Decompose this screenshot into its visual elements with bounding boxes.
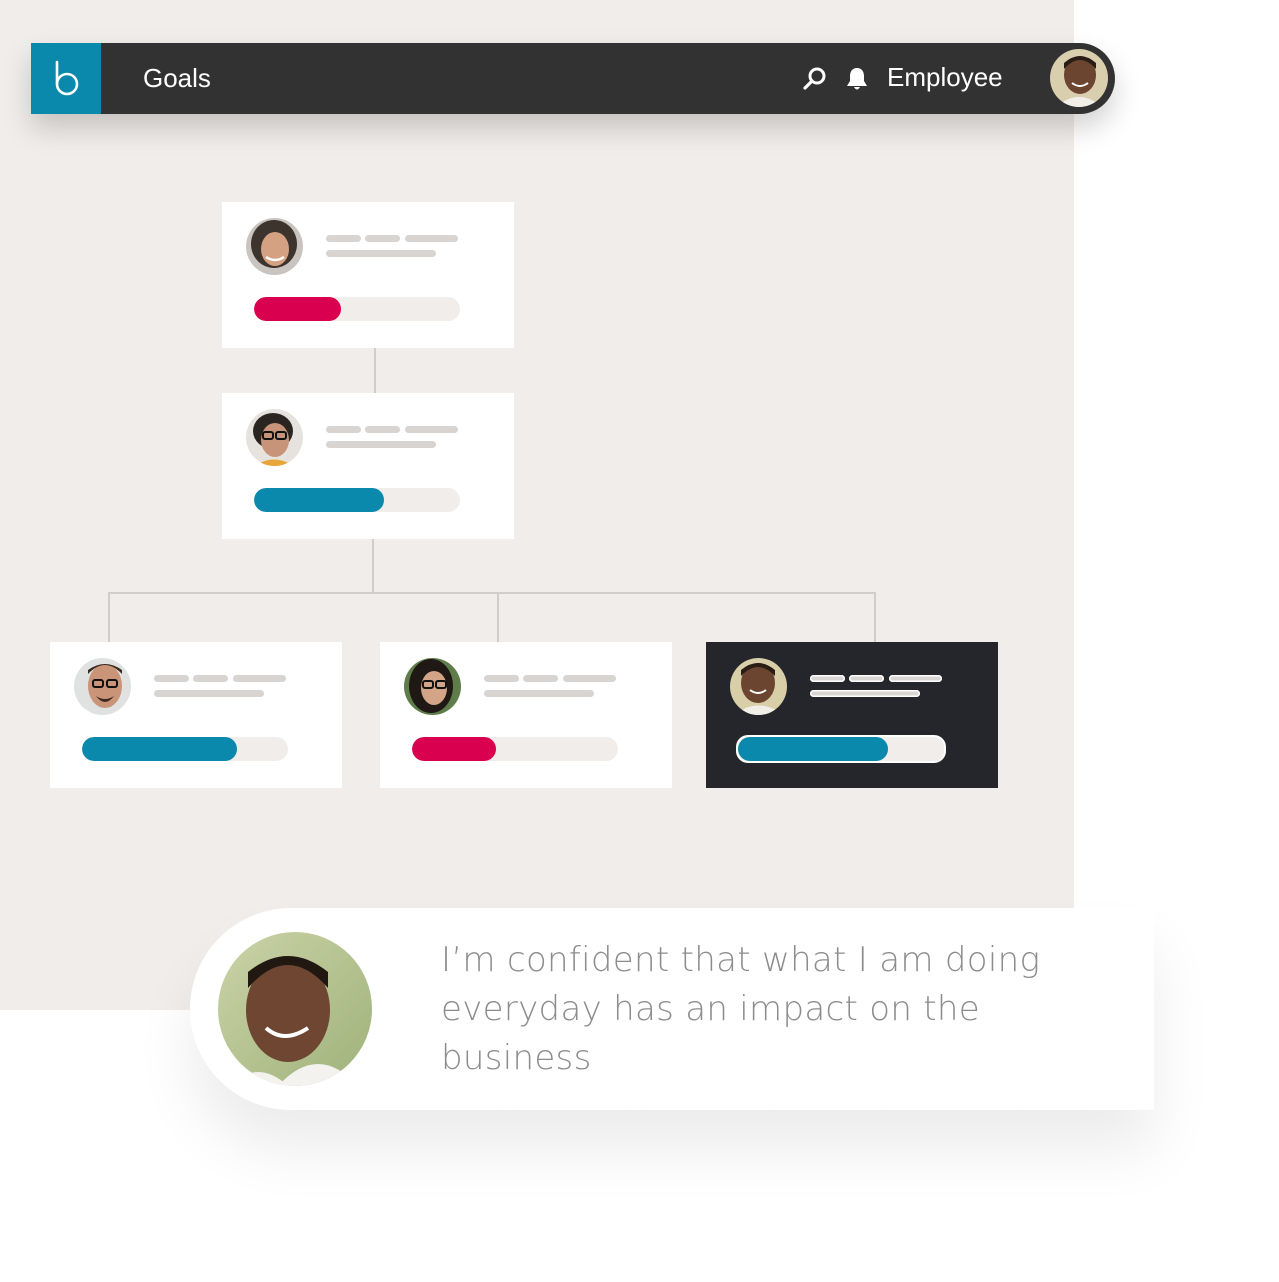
- placeholder-text: [849, 675, 884, 682]
- placeholder-text: [405, 426, 458, 433]
- progress-fill: [254, 488, 384, 512]
- placeholder-text: [326, 235, 361, 242]
- user-role-label[interactable]: Employee: [887, 43, 1003, 114]
- progress-bar: [736, 735, 946, 763]
- search-icon: [803, 67, 826, 90]
- bob-logo-icon: [55, 60, 79, 95]
- employee-avatar: [404, 658, 461, 715]
- goal-card[interactable]: [222, 202, 514, 348]
- employee-avatar: [730, 658, 787, 715]
- notifications-button[interactable]: [843, 65, 871, 93]
- progress-fill: [412, 737, 497, 761]
- progress-bar: [254, 488, 460, 512]
- search-button[interactable]: [801, 65, 829, 93]
- progress-fill: [738, 737, 889, 761]
- employee-avatar: [246, 409, 303, 466]
- placeholder-text: [233, 675, 286, 682]
- avatar-photo-man: [730, 658, 787, 715]
- placeholder-text: [154, 675, 189, 682]
- progress-fill: [82, 737, 237, 761]
- progress-bar: [412, 737, 618, 761]
- progress-bar: [82, 737, 288, 761]
- avatar-photo-man: [1050, 49, 1108, 107]
- connector-line: [108, 592, 876, 594]
- placeholder-text: [405, 235, 458, 242]
- placeholder-text: [326, 250, 436, 257]
- testimonial-quote: I’m confident that what I am doing every…: [190, 908, 1154, 1110]
- placeholder-text: [563, 675, 616, 682]
- logo-button[interactable]: [31, 43, 101, 114]
- user-avatar[interactable]: [1050, 49, 1108, 107]
- placeholder-text: [326, 441, 436, 448]
- goal-card-selected[interactable]: [706, 642, 998, 788]
- connector-line: [497, 592, 499, 643]
- connector-line: [374, 348, 376, 394]
- goal-card[interactable]: [50, 642, 342, 788]
- avatar-photo-man: [218, 932, 372, 1086]
- avatar-photo-woman: [246, 409, 303, 466]
- progress-bar: [254, 297, 460, 321]
- employee-avatar: [246, 218, 303, 275]
- placeholder-text: [484, 675, 519, 682]
- goal-card[interactable]: [380, 642, 672, 788]
- connector-line: [108, 592, 110, 643]
- connector-line: [874, 592, 876, 643]
- placeholder-text: [484, 690, 594, 697]
- employee-avatar: [74, 658, 131, 715]
- placeholder-text: [193, 675, 228, 682]
- avatar-photo-man: [74, 658, 131, 715]
- placeholder-text: [154, 690, 264, 697]
- top-nav-bar: Goals Employee: [31, 43, 1115, 114]
- quote-avatar: [218, 932, 372, 1086]
- bell-icon: [847, 68, 867, 90]
- placeholder-text: [810, 690, 920, 697]
- progress-fill: [254, 297, 341, 321]
- background-panel: [0, 0, 1074, 1010]
- placeholder-text: [365, 235, 400, 242]
- goal-card[interactable]: [222, 393, 514, 539]
- placeholder-text: [889, 675, 942, 682]
- quote-text: I’m confident that what I am doing every…: [441, 940, 1041, 1078]
- placeholder-text: [523, 675, 558, 682]
- connector-line: [372, 539, 374, 593]
- page-title: Goals: [143, 63, 211, 93]
- placeholder-text: [810, 675, 845, 682]
- placeholder-text: [365, 426, 400, 433]
- avatar-photo-woman: [246, 218, 303, 275]
- avatar-photo-woman: [404, 658, 461, 715]
- placeholder-text: [326, 426, 361, 433]
